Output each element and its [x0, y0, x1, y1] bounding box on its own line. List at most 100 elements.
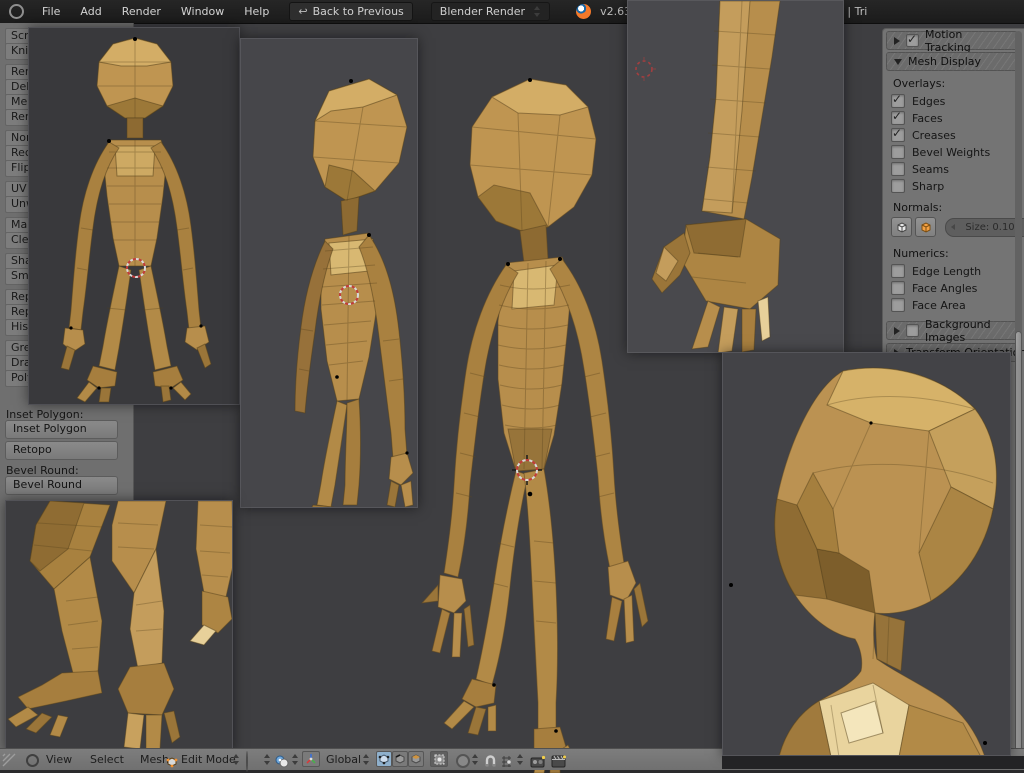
alien-model-legs-view [6, 501, 233, 752]
expand-arrow-icon[interactable] [894, 327, 900, 335]
motion-tracking-checkbox[interactable] [906, 34, 919, 47]
snap-element-select[interactable] [500, 753, 513, 772]
render-engine-select[interactable]: Blender Render [431, 2, 550, 21]
inset-polygon-button[interactable]: Inset Polygon [5, 420, 118, 439]
face-mode-cube-icon [410, 753, 422, 765]
manipulator-toggle[interactable] [302, 751, 320, 767]
normals-label: Normals: [893, 201, 942, 214]
menu-file[interactable]: File [32, 5, 70, 18]
expand-arrow-icon[interactable] [894, 37, 900, 45]
top-header-bar: File Add Render Window Help ↩ Back to Pr… [0, 0, 1024, 24]
panel-header-background-images[interactable]: Background Images [886, 321, 1018, 340]
numerics-label: Numerics: [893, 247, 949, 260]
reference-shot-legs-closeup [5, 500, 233, 752]
blender-window: File Add Render Window Help ↩ Back to Pr… [0, 0, 1024, 769]
bevel-weights-label: Bevel Weights [912, 146, 990, 159]
vertex-mode-cube-icon [378, 753, 390, 765]
collapse-arrow-icon[interactable] [894, 59, 902, 65]
render-opengl-button[interactable] [530, 753, 546, 772]
numerics-row: Edge Length [891, 263, 981, 279]
pivot-spinner-icon[interactable] [291, 754, 299, 765]
menu-view[interactable]: View [46, 753, 72, 766]
edges-checkbox[interactable] [891, 94, 905, 108]
back-to-previous-button[interactable]: ↩ Back to Previous [289, 2, 412, 21]
proportional-editing-select[interactable] [456, 754, 470, 768]
3d-cursor [636, 57, 656, 81]
alien-model-front-view [29, 28, 240, 405]
overlay-row: Sharp [891, 178, 944, 194]
menu-select[interactable]: Select [90, 753, 124, 766]
normals-size-slider[interactable]: Size: 0.10 [945, 218, 1024, 237]
face-angles-label: Face Angles [912, 282, 977, 295]
face-normals-toggle[interactable] [891, 217, 912, 237]
vertex-normals-toggle[interactable] [915, 217, 936, 237]
panel-scrollbar-thumb[interactable] [1015, 331, 1022, 753]
faces-checkbox[interactable] [891, 111, 905, 125]
pivot-point-select[interactable] [275, 753, 289, 772]
background-images-checkbox[interactable] [906, 324, 919, 337]
edge-length-checkbox[interactable] [891, 264, 905, 278]
edge-select-mode-button[interactable] [392, 751, 408, 767]
vertex-select-mode-button[interactable] [376, 751, 392, 767]
edge-mode-cube-icon [394, 753, 406, 765]
blender-logo-icon [576, 4, 591, 19]
mesh-display-title: Mesh Display [908, 55, 981, 68]
editor-type-icon[interactable] [26, 754, 39, 767]
snap-spinner-icon[interactable] [516, 754, 524, 765]
edges-label: Edges [912, 95, 945, 108]
overlay-row: Bevel Weights [891, 144, 990, 160]
magnet-icon [484, 755, 497, 768]
slider-decrease-icon[interactable] [951, 224, 955, 230]
transform-orientation-select[interactable]: Global [326, 753, 361, 766]
motion-tracking-title: Motion Tracking [925, 28, 1010, 54]
face-angles-checkbox[interactable] [891, 281, 905, 295]
face-select-mode-button[interactable] [408, 751, 424, 767]
numerics-row: Face Area [891, 297, 966, 313]
menu-window[interactable]: Window [171, 5, 234, 18]
reference-shot-hand-closeup [627, 0, 844, 353]
render-animation-button[interactable] [551, 753, 567, 772]
reference-shot-back-quarter-view [240, 38, 418, 508]
snap-toggle[interactable] [484, 753, 497, 772]
alien-model-head-view [723, 353, 1011, 756]
proportional-spinner-icon[interactable] [471, 754, 479, 765]
bevel-weights-checkbox[interactable] [891, 145, 905, 159]
engine-spinner-icon[interactable] [533, 6, 541, 17]
overlays-label: Overlays: [893, 77, 945, 90]
faces-label: Faces [912, 112, 943, 125]
panel-header-mesh-display[interactable]: Mesh Display [886, 52, 1018, 71]
overlay-row: Seams [891, 161, 949, 177]
reference-shot-front-view [28, 27, 240, 405]
panel-header-motion-tracking[interactable]: Motion Tracking [886, 31, 1018, 50]
resize-grip-icon[interactable] [1, 750, 17, 768]
menu-render[interactable]: Render [112, 5, 171, 18]
menu-mesh[interactable]: Mesh [140, 753, 169, 766]
shading-spinner-icon[interactable] [263, 754, 271, 765]
background-images-title: Background Images [925, 318, 1010, 344]
alien-model-hand-view [628, 1, 844, 353]
camera-icon [530, 755, 546, 768]
menu-add[interactable]: Add [70, 5, 111, 18]
mode-select[interactable]: Edit Mode [181, 753, 236, 766]
creases-checkbox[interactable] [891, 128, 905, 142]
menu-help[interactable]: Help [234, 5, 279, 18]
seams-checkbox[interactable] [891, 162, 905, 176]
limit-to-visible-toggle[interactable] [430, 751, 448, 767]
creases-label: Creases [912, 129, 956, 142]
face-area-checkbox[interactable] [891, 298, 905, 312]
render-engine-value: Blender Render [440, 5, 525, 18]
face-area-label: Face Area [912, 299, 966, 312]
edge-length-label: Edge Length [912, 265, 981, 278]
retopo-button[interactable]: Retopo [5, 441, 118, 460]
manipulator-axes-icon [305, 753, 317, 765]
sharp-checkbox[interactable] [891, 179, 905, 193]
bottom-right-dark-strip [722, 756, 1024, 769]
vertex-normal-cube-icon [919, 221, 932, 234]
alien-model-main-view [410, 73, 650, 773]
orientation-spinner-icon[interactable] [362, 754, 370, 765]
viewport-shading-select[interactable] [246, 752, 248, 771]
face-normal-cube-icon [895, 221, 908, 234]
mode-spinner-icon[interactable] [232, 754, 240, 765]
bevel-round-button[interactable]: Bevel Round [5, 476, 118, 495]
editor-type-icon[interactable] [9, 4, 24, 19]
